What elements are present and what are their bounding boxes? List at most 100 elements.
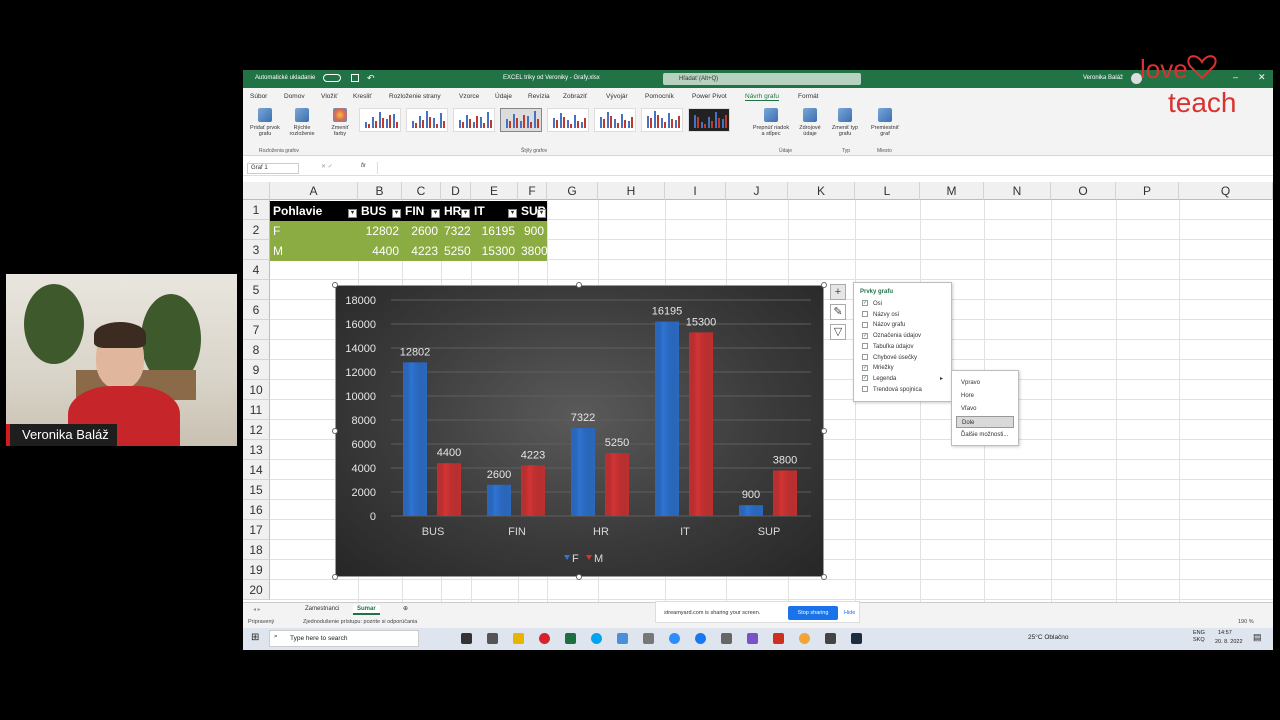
checkbox-checked[interactable]: ✓ bbox=[862, 364, 868, 371]
row-header-18[interactable]: 18 bbox=[243, 540, 270, 560]
weather[interactable]: 25°C Oblačno bbox=[1028, 634, 1069, 641]
chart-style-thumb-5[interactable] bbox=[547, 108, 589, 132]
taskbar-search[interactable]: Type here to search bbox=[269, 630, 419, 647]
table-cell[interactable]: 7322 bbox=[441, 221, 471, 241]
resize-handle-tl[interactable] bbox=[332, 282, 338, 288]
obs-icon[interactable] bbox=[851, 633, 862, 644]
col-header-A[interactable]: A bbox=[270, 182, 358, 200]
notification-icon[interactable]: ▤ bbox=[1253, 632, 1262, 643]
resize-handle-tr[interactable] bbox=[821, 282, 827, 288]
checkbox-checked[interactable]: ✓ bbox=[862, 332, 868, 339]
menu-kresliť[interactable]: Kresliť bbox=[353, 93, 372, 100]
col-header-M[interactable]: M bbox=[920, 182, 984, 200]
menu-domov[interactable]: Domov bbox=[284, 93, 305, 100]
panel-item-8[interactable]: Trendová spojnica bbox=[862, 386, 922, 395]
col-header-J[interactable]: J bbox=[726, 182, 788, 200]
col-header-B[interactable]: B bbox=[358, 182, 402, 200]
checkbox-unchecked[interactable] bbox=[862, 386, 868, 393]
word-icon[interactable] bbox=[825, 633, 836, 644]
table-cell[interactable]: 16195 bbox=[471, 221, 518, 241]
resize-handle-t[interactable] bbox=[576, 282, 582, 288]
stop-sharing-button[interactable]: Stop sharing bbox=[788, 606, 838, 620]
hide-button[interactable]: Hide bbox=[844, 610, 855, 616]
table-header-pohlavie[interactable]: Pohlavie ▾ bbox=[270, 201, 358, 221]
table-cell[interactable]: 5250 bbox=[441, 241, 471, 261]
row-header-8[interactable]: 8 bbox=[243, 340, 270, 360]
windows-start-icon[interactable]: ⊞ bbox=[251, 632, 259, 643]
chart-style-thumb-6[interactable] bbox=[594, 108, 636, 132]
row-header-7[interactable]: 7 bbox=[243, 320, 270, 340]
legend-option-4[interactable]: Ďalšie možnosti... bbox=[956, 429, 1014, 441]
table-header-sup[interactable]: SUP ▾ bbox=[518, 201, 547, 221]
chart-style-thumb-4[interactable] bbox=[500, 108, 542, 132]
table-cell[interactable]: 4400 bbox=[358, 241, 402, 261]
row-header-13[interactable]: 13 bbox=[243, 440, 270, 460]
row-header-12[interactable]: 12 bbox=[243, 420, 270, 440]
table-cell[interactable]: 3800 bbox=[518, 241, 548, 261]
legend-option-2[interactable]: Vľavo bbox=[956, 403, 1014, 415]
panel-item-1[interactable]: Názvy osí bbox=[862, 311, 899, 320]
search-input[interactable]: Hľadať (Alt+Q) bbox=[663, 73, 861, 85]
table-cell[interactable]: 15300 bbox=[471, 241, 518, 261]
chart-style-thumb-2[interactable] bbox=[406, 108, 448, 132]
checkbox-unchecked[interactable] bbox=[862, 321, 868, 328]
menu-súbor[interactable]: Súbor bbox=[250, 93, 267, 100]
menu-údaje[interactable]: Údaje bbox=[495, 93, 512, 100]
formula-input[interactable] bbox=[377, 162, 1267, 174]
panel-item-3[interactable]: ✓ Označenia údajov bbox=[862, 332, 921, 341]
bar-chart[interactable]: 0 2000 4000 6000 8000 10000 12000 14000 16000 180… bbox=[335, 285, 824, 577]
move-chart-button[interactable]: Premiestniť graf bbox=[867, 108, 903, 137]
name-box[interactable]: Graf 1 bbox=[247, 163, 299, 174]
checkbox-unchecked[interactable] bbox=[862, 353, 868, 360]
col-header-H[interactable]: H bbox=[598, 182, 665, 200]
resize-handle-l[interactable] bbox=[332, 428, 338, 434]
task-view-icon[interactable] bbox=[487, 633, 498, 644]
legend-option-1[interactable]: Hore bbox=[956, 390, 1014, 402]
menu-revízia[interactable]: Revízia bbox=[528, 93, 550, 100]
zoom-icon[interactable] bbox=[669, 633, 680, 644]
col-header-Q[interactable]: Q bbox=[1179, 182, 1273, 200]
panel-item-6[interactable]: ✓ Mriežky bbox=[862, 364, 894, 373]
row-header-16[interactable]: 16 bbox=[243, 500, 270, 520]
select-all-corner[interactable] bbox=[243, 182, 270, 200]
firefox-icon[interactable] bbox=[799, 633, 810, 644]
table-header-it[interactable]: IT ▾ bbox=[471, 201, 518, 221]
filter-dropdown-icon[interactable]: ▾ bbox=[392, 209, 401, 218]
checkbox-checked[interactable]: ✓ bbox=[862, 300, 868, 307]
col-header-E[interactable]: E bbox=[471, 182, 518, 200]
checkbox-unchecked[interactable] bbox=[862, 343, 868, 350]
app-icon-2[interactable] bbox=[643, 633, 654, 644]
row-header-15[interactable]: 15 bbox=[243, 480, 270, 500]
onenote-icon[interactable] bbox=[747, 633, 758, 644]
sheet-tab-sumar[interactable]: Sumar bbox=[353, 605, 380, 615]
checkbox-checked[interactable]: ✓ bbox=[862, 375, 868, 382]
function-icon[interactable]: fx bbox=[361, 163, 366, 169]
col-header-F[interactable]: F bbox=[518, 182, 547, 200]
col-header-D[interactable]: D bbox=[441, 182, 471, 200]
table-header-hr[interactable]: HR ▾ bbox=[441, 201, 471, 221]
clock-date[interactable]: 20. 8. 2022 bbox=[1215, 639, 1243, 645]
sheet-tab-zamestnanci[interactable]: Zamestnanci bbox=[301, 605, 343, 613]
chart-style-thumb-1[interactable] bbox=[359, 108, 401, 132]
checkbox-unchecked[interactable] bbox=[862, 311, 868, 318]
row-header-4[interactable]: 4 bbox=[243, 260, 270, 280]
table-cell[interactable]: 4223 bbox=[402, 241, 441, 261]
chart-style-thumb-8[interactable] bbox=[688, 108, 730, 132]
panel-item-2[interactable]: Názov grafu bbox=[862, 321, 905, 330]
table-cell[interactable]: F bbox=[270, 221, 358, 241]
table-cell[interactable]: 12802 bbox=[358, 221, 402, 241]
row-header-6[interactable]: 6 bbox=[243, 300, 270, 320]
menu-rozloženie-strany[interactable]: Rozloženie strany bbox=[389, 93, 441, 100]
menu-návrh-grafu[interactable]: Návrh grafu bbox=[745, 93, 779, 101]
quick-layout-button[interactable]: Rýchle rozloženie bbox=[285, 108, 319, 137]
resize-handle-b[interactable] bbox=[576, 574, 582, 580]
resize-handle-bl[interactable] bbox=[332, 574, 338, 580]
col-header-N[interactable]: N bbox=[984, 182, 1051, 200]
filter-dropdown-icon[interactable]: ▾ bbox=[508, 209, 517, 218]
col-header-L[interactable]: L bbox=[855, 182, 920, 200]
change-colors-button[interactable]: Zmeniť farby bbox=[325, 108, 355, 137]
select-data-button[interactable]: Zdrojové údaje bbox=[793, 108, 827, 137]
panel-item-0[interactable]: ✓ Osi bbox=[862, 300, 882, 309]
messenger-icon[interactable] bbox=[695, 633, 706, 644]
row-header-14[interactable]: 14 bbox=[243, 460, 270, 480]
